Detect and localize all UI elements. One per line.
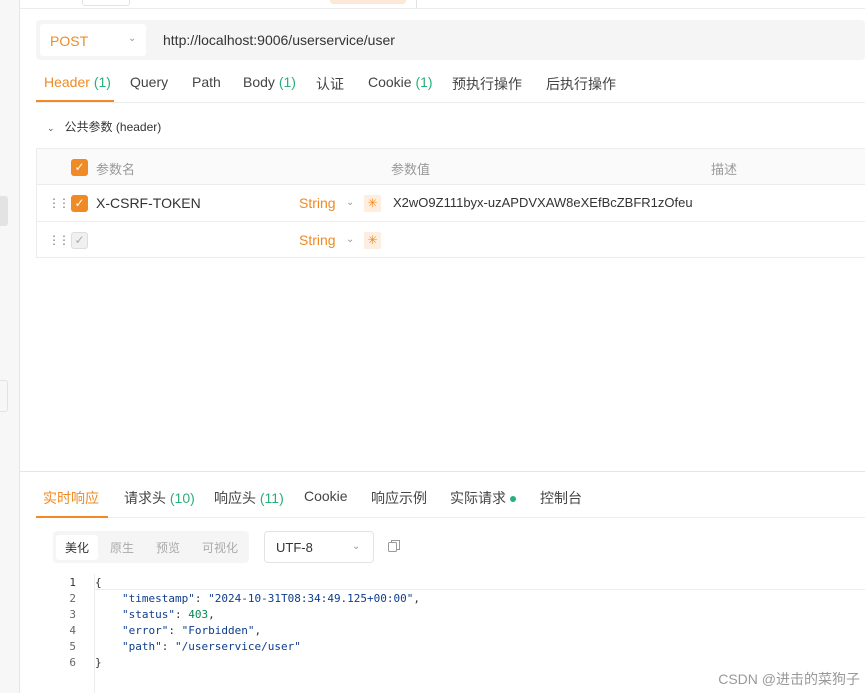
status-dot-icon <box>510 496 516 503</box>
tab-response-example[interactable]: 响应示例 <box>371 488 427 508</box>
tab-response-headers[interactable]: 响应头 (11) <box>214 488 284 508</box>
chevron-down-icon: ⌄ <box>128 33 137 44</box>
chevron-down-icon: ⌄ <box>346 234 355 245</box>
param-name-input[interactable]: X-CSRF-TOKEN <box>96 195 201 211</box>
code-line: "error": "Forbidden", <box>122 624 262 637</box>
sidebar-collapse-handle[interactable] <box>0 380 8 412</box>
sidebar-handle[interactable] <box>0 196 8 226</box>
table-header-row: ✓ 参数名 参数值 描述 <box>37 149 865 185</box>
gutter-divider <box>94 574 95 693</box>
active-tab-indicator <box>36 100 114 102</box>
tab-console[interactable]: 控制台 <box>540 488 582 508</box>
column-header-desc: 描述 <box>711 162 738 177</box>
tab-divider <box>416 0 417 8</box>
tab-actual-request[interactable]: 实际请求 <box>450 488 516 508</box>
line-number: 1 <box>69 576 76 589</box>
row-checkbox[interactable]: ✓ <box>71 232 88 249</box>
copy-icon[interactable] <box>387 539 401 553</box>
tab-path[interactable]: Path <box>192 74 221 90</box>
left-sidebar-strip <box>0 0 20 693</box>
code-line: "timestamp": "2024-10-31T08:34:49.125+00… <box>122 592 421 605</box>
chevron-down-icon: ⌄ <box>47 123 55 133</box>
url-bar: POST ⌄ http://localhost:9006/userservice… <box>36 20 865 60</box>
tab-header[interactable]: Header (1) <box>44 74 111 90</box>
tab-query[interactable]: Query <box>130 74 168 90</box>
table-row: ⋮⋮ ✓ String ⌄ ✳ <box>37 222 865 259</box>
tab-cookie[interactable]: Cookie <box>304 488 348 504</box>
chevron-down-icon: ⌄ <box>346 197 355 208</box>
active-tab-indicator <box>36 516 108 518</box>
param-type-select[interactable]: String <box>299 232 336 248</box>
url-input[interactable]: http://localhost:9006/userservice/user <box>163 32 395 48</box>
view-visualize-button[interactable]: 可视化 <box>202 539 238 556</box>
tab-cookie[interactable]: Cookie (1) <box>368 74 433 90</box>
tab-live-response[interactable]: 实时响应 <box>43 488 99 508</box>
line-number: 5 <box>69 640 76 653</box>
table-row: ⋮⋮ ✓ X-CSRF-TOKEN String ⌄ ✳ X2wO9Z111by… <box>37 185 865 222</box>
line-number: 3 <box>69 608 76 621</box>
response-tabs: 实时响应 请求头 (10) 响应头 (11) Cookie 响应示例 实际请求 … <box>36 472 865 518</box>
param-value-input[interactable]: X2wO9Z111byx-uzAPDVXAW8eXEfBcZBFR1zOfeu <box>393 195 693 210</box>
tab-pre-request[interactable]: 预执行操作 <box>452 74 522 94</box>
code-line: "path": "/userservice/user" <box>122 640 301 653</box>
line-number: 2 <box>69 592 76 605</box>
code-open-brace: { <box>95 576 102 589</box>
tab-auth[interactable]: 认证 <box>316 74 344 94</box>
encoding-value: UTF-8 <box>276 540 313 555</box>
encoding-select[interactable]: UTF-8 ⌄ <box>264 531 374 563</box>
request-tabs: Header (1) Query Path Body (1) 认证 Cookie… <box>36 62 865 103</box>
tab-post-request[interactable]: 后执行操作 <box>546 74 616 94</box>
required-star-icon[interactable]: ✳ <box>364 232 381 249</box>
document-tab-active[interactable] <box>330 0 406 4</box>
drag-handle-icon[interactable]: ⋮⋮ <box>48 233 70 247</box>
method-label: POST <box>50 33 89 49</box>
column-header-name: 参数名 <box>96 162 136 177</box>
row-checkbox[interactable]: ✓ <box>71 195 88 212</box>
view-beautify-button[interactable]: 美化 <box>56 535 99 560</box>
header-params-table: ✓ 参数名 参数值 描述 ⋮⋮ ✓ X-CSRF-TOKEN String ⌄ … <box>36 148 865 258</box>
drag-handle-icon[interactable]: ⋮⋮ <box>48 196 70 210</box>
public-params-toggle[interactable]: ⌄ 公共参数 (header) <box>47 118 161 135</box>
view-mode-group: 美化 原生 预览 可视化 <box>53 531 249 563</box>
document-tab-bar <box>20 0 865 9</box>
param-type-select[interactable]: String <box>299 195 336 211</box>
column-header-value: 参数值 <box>391 162 431 177</box>
line-number: 4 <box>69 624 76 637</box>
chevron-down-icon: ⌄ <box>352 541 361 552</box>
view-raw-button[interactable]: 原生 <box>110 539 134 556</box>
watermark: CSDN @进击的菜狗子 <box>718 671 860 687</box>
document-tab[interactable] <box>82 0 130 6</box>
method-select[interactable]: POST ⌄ <box>40 24 146 56</box>
required-star-icon[interactable]: ✳ <box>364 195 381 212</box>
tab-body[interactable]: Body (1) <box>243 74 296 90</box>
code-divider <box>94 589 865 590</box>
code-close-brace: } <box>95 656 102 669</box>
view-preview-button[interactable]: 预览 <box>156 539 180 556</box>
tab-request-headers[interactable]: 请求头 (10) <box>124 488 195 508</box>
line-number: 6 <box>69 656 76 669</box>
select-all-checkbox[interactable]: ✓ <box>71 159 88 176</box>
code-line: "status": 403, <box>122 608 215 621</box>
